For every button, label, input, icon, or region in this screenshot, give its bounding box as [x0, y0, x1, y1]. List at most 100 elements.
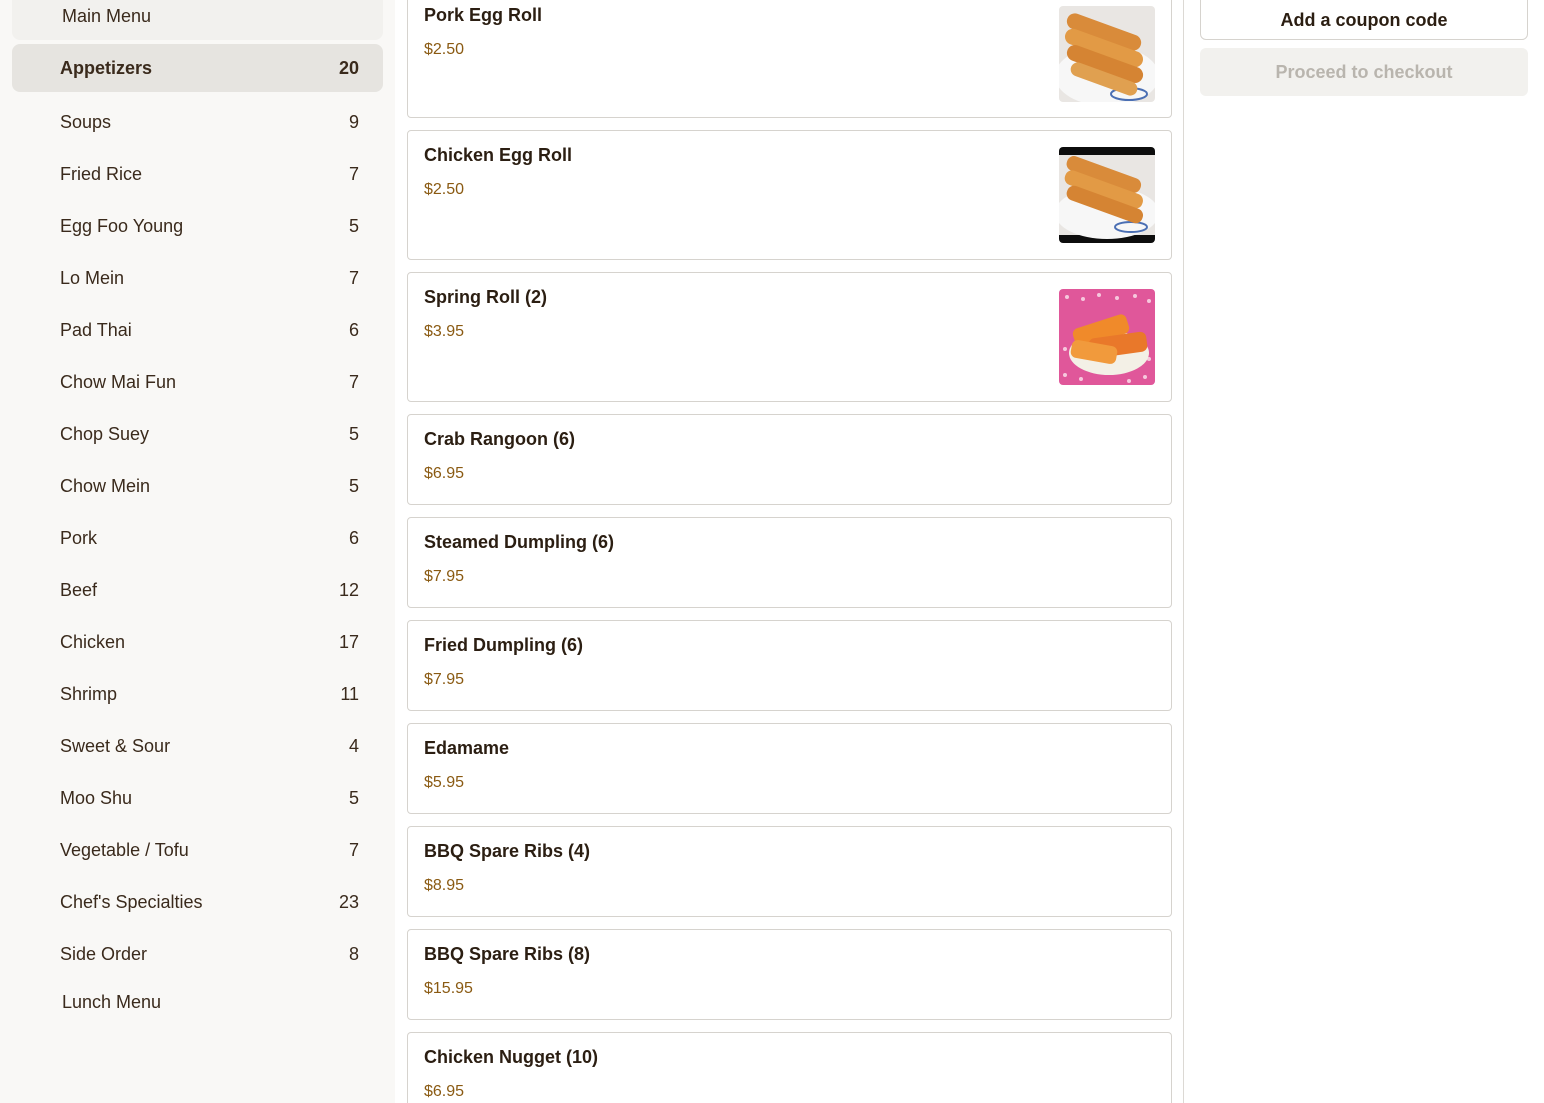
- sidebar-item-chow-mein[interactable]: Chow Mein 5: [12, 460, 383, 512]
- category-count: 12: [338, 579, 359, 600]
- item-name: Spring Roll (2): [424, 287, 547, 307]
- egg-roll-photo: [1059, 6, 1155, 102]
- item-price: $2.50: [424, 41, 465, 58]
- sidebar-item-egg-foo-young[interactable]: Egg Foo Young 5: [12, 200, 383, 252]
- page: Main Menu Appetizers 20 Soups 9 Fried Ri…: [0, 0, 1544, 1103]
- sidebar-item-moo-shu[interactable]: Moo Shu 5: [12, 772, 383, 824]
- spring-roll-photo: [1059, 289, 1155, 385]
- category-count: 11: [340, 683, 359, 704]
- menu-item-card[interactable]: Fried Dumpling (6) $7.95: [407, 620, 1172, 711]
- category-label: Lo Mein: [60, 267, 125, 288]
- item-price: $7.95: [424, 671, 465, 688]
- menu-item-card[interactable]: Steamed Dumpling (6) $7.95: [407, 517, 1172, 608]
- category-label: Shrimp: [60, 683, 118, 704]
- category-count: 7: [348, 267, 359, 288]
- category-label: Chicken: [60, 631, 126, 652]
- menu-item-card[interactable]: BBQ Spare Ribs (8) $15.95: [407, 929, 1172, 1020]
- item-name: Crab Rangoon (6): [424, 429, 575, 449]
- category-label: Fried Rice: [60, 163, 143, 184]
- item-price: $8.95: [424, 877, 465, 894]
- sidebar-item-appetizers[interactable]: Appetizers 20: [12, 44, 383, 92]
- category-count: 17: [338, 631, 359, 652]
- category-label: Beef: [60, 579, 98, 600]
- menu-items-list: Pork Egg Roll $2.50 Chicken Egg Roll $2.…: [395, 0, 1184, 1103]
- category-label: Chow Mein: [60, 475, 151, 496]
- category-count: 7: [348, 839, 359, 860]
- sidebar-item-beef[interactable]: Beef 12: [12, 564, 383, 616]
- sidebar-item-side-order[interactable]: Side Order 8: [12, 928, 383, 980]
- category-label: Vegetable / Tofu: [60, 839, 189, 860]
- add-coupon-button[interactable]: Add a coupon code: [1200, 0, 1528, 40]
- sidebar-item-shrimp[interactable]: Shrimp 11: [12, 668, 383, 720]
- category-sidebar: Main Menu Appetizers 20 Soups 9 Fried Ri…: [0, 0, 395, 1103]
- category-count: 5: [348, 215, 359, 236]
- item-price: $6.95: [424, 1083, 465, 1100]
- item-name: Pork Egg Roll: [424, 5, 543, 25]
- category-label: Chop Suey: [60, 423, 150, 444]
- item-name: Fried Dumpling (6): [424, 635, 583, 655]
- category-count: 6: [348, 319, 359, 340]
- sidebar-item-vegetable-tofu[interactable]: Vegetable / Tofu 7: [12, 824, 383, 876]
- egg-roll-image: [1059, 6, 1155, 102]
- item-price: $2.50: [424, 181, 465, 198]
- sidebar-item-chop-suey[interactable]: Chop Suey 5: [12, 408, 383, 460]
- category-label: Chow Mai Fun: [60, 371, 177, 392]
- category-label: Appetizers: [60, 57, 153, 78]
- sidebar-item-pad-thai[interactable]: Pad Thai 6: [12, 304, 383, 356]
- item-name: Chicken Egg Roll: [424, 145, 573, 165]
- category-count: 23: [338, 891, 359, 912]
- sidebar-item-chow-mai-fun[interactable]: Chow Mai Fun 7: [12, 356, 383, 408]
- main-menu-header[interactable]: Main Menu: [12, 0, 383, 40]
- category-count: 4: [348, 735, 359, 756]
- category-label: Side Order: [60, 943, 148, 964]
- category-label: Sweet & Sour: [60, 735, 171, 756]
- item-price: $3.95: [424, 323, 465, 340]
- category-label: Pad Thai: [60, 319, 132, 340]
- category-count: 7: [348, 163, 359, 184]
- category-count: 8: [348, 943, 359, 964]
- item-price: $6.95: [424, 465, 465, 482]
- egg-roll-image: [1059, 147, 1155, 243]
- category-label: Chef's Specialties: [60, 891, 203, 912]
- category-count: 5: [348, 423, 359, 444]
- sidebar-item-fried-rice[interactable]: Fried Rice 7: [12, 148, 383, 200]
- item-name: Edamame: [424, 738, 510, 758]
- main-menu-label: Main Menu: [62, 6, 152, 26]
- sidebar-item-soups[interactable]: Soups 9: [12, 96, 383, 148]
- lunch-menu-header[interactable]: Lunch Menu: [62, 992, 161, 1013]
- menu-item-card[interactable]: BBQ Spare Ribs (4) $8.95: [407, 826, 1172, 917]
- category-count: 9: [348, 111, 359, 132]
- category-label: Egg Foo Young: [60, 215, 184, 236]
- item-price: $5.95: [424, 774, 465, 791]
- category-label: Soups: [60, 111, 112, 132]
- item-name: BBQ Spare Ribs (8): [424, 944, 591, 964]
- cart-panel: Add a coupon code Proceed to checkout: [1184, 0, 1544, 1103]
- category-count: 5: [348, 475, 359, 496]
- item-price: $15.95: [424, 980, 473, 997]
- sidebar-item-lo-mein[interactable]: Lo Mein 7: [12, 252, 383, 304]
- spring-roll-image: [1059, 289, 1155, 385]
- category-label: Moo Shu: [60, 787, 133, 808]
- sidebar-item-sweet-sour[interactable]: Sweet & Sour 4: [12, 720, 383, 772]
- sidebar-item-chicken[interactable]: Chicken 17: [12, 616, 383, 668]
- menu-item-card[interactable]: Crab Rangoon (6) $6.95: [407, 414, 1172, 505]
- item-name: Steamed Dumpling (6): [424, 532, 615, 552]
- category-count: 5: [348, 787, 359, 808]
- category-list: Appetizers 20 Soups 9 Fried Rice 7 Egg F…: [12, 44, 383, 980]
- menu-item-card[interactable]: Chicken Egg Roll $2.50: [407, 130, 1172, 260]
- menu-item-card[interactable]: Spring Roll (2) $3.95: [407, 272, 1172, 402]
- category-count: 7: [348, 371, 359, 392]
- sidebar-item-pork[interactable]: Pork 6: [12, 512, 383, 564]
- checkout-button[interactable]: Proceed to checkout: [1200, 48, 1528, 96]
- menu-item-card[interactable]: Edamame $5.95: [407, 723, 1172, 814]
- item-name: BBQ Spare Ribs (4): [424, 841, 591, 861]
- item-name: Chicken Nugget (10): [424, 1047, 599, 1067]
- category-count: 6: [348, 527, 359, 548]
- egg-roll-photo: [1059, 147, 1155, 243]
- category-label: Pork: [60, 527, 98, 548]
- sidebar-item-chefs-specialties[interactable]: Chef's Specialties 23: [12, 876, 383, 928]
- menu-item-card[interactable]: Chicken Nugget (10) $6.95: [407, 1032, 1172, 1103]
- item-price: $7.95: [424, 568, 465, 585]
- menu-item-card[interactable]: Pork Egg Roll $2.50: [407, 0, 1172, 118]
- category-count: 20: [338, 57, 359, 78]
